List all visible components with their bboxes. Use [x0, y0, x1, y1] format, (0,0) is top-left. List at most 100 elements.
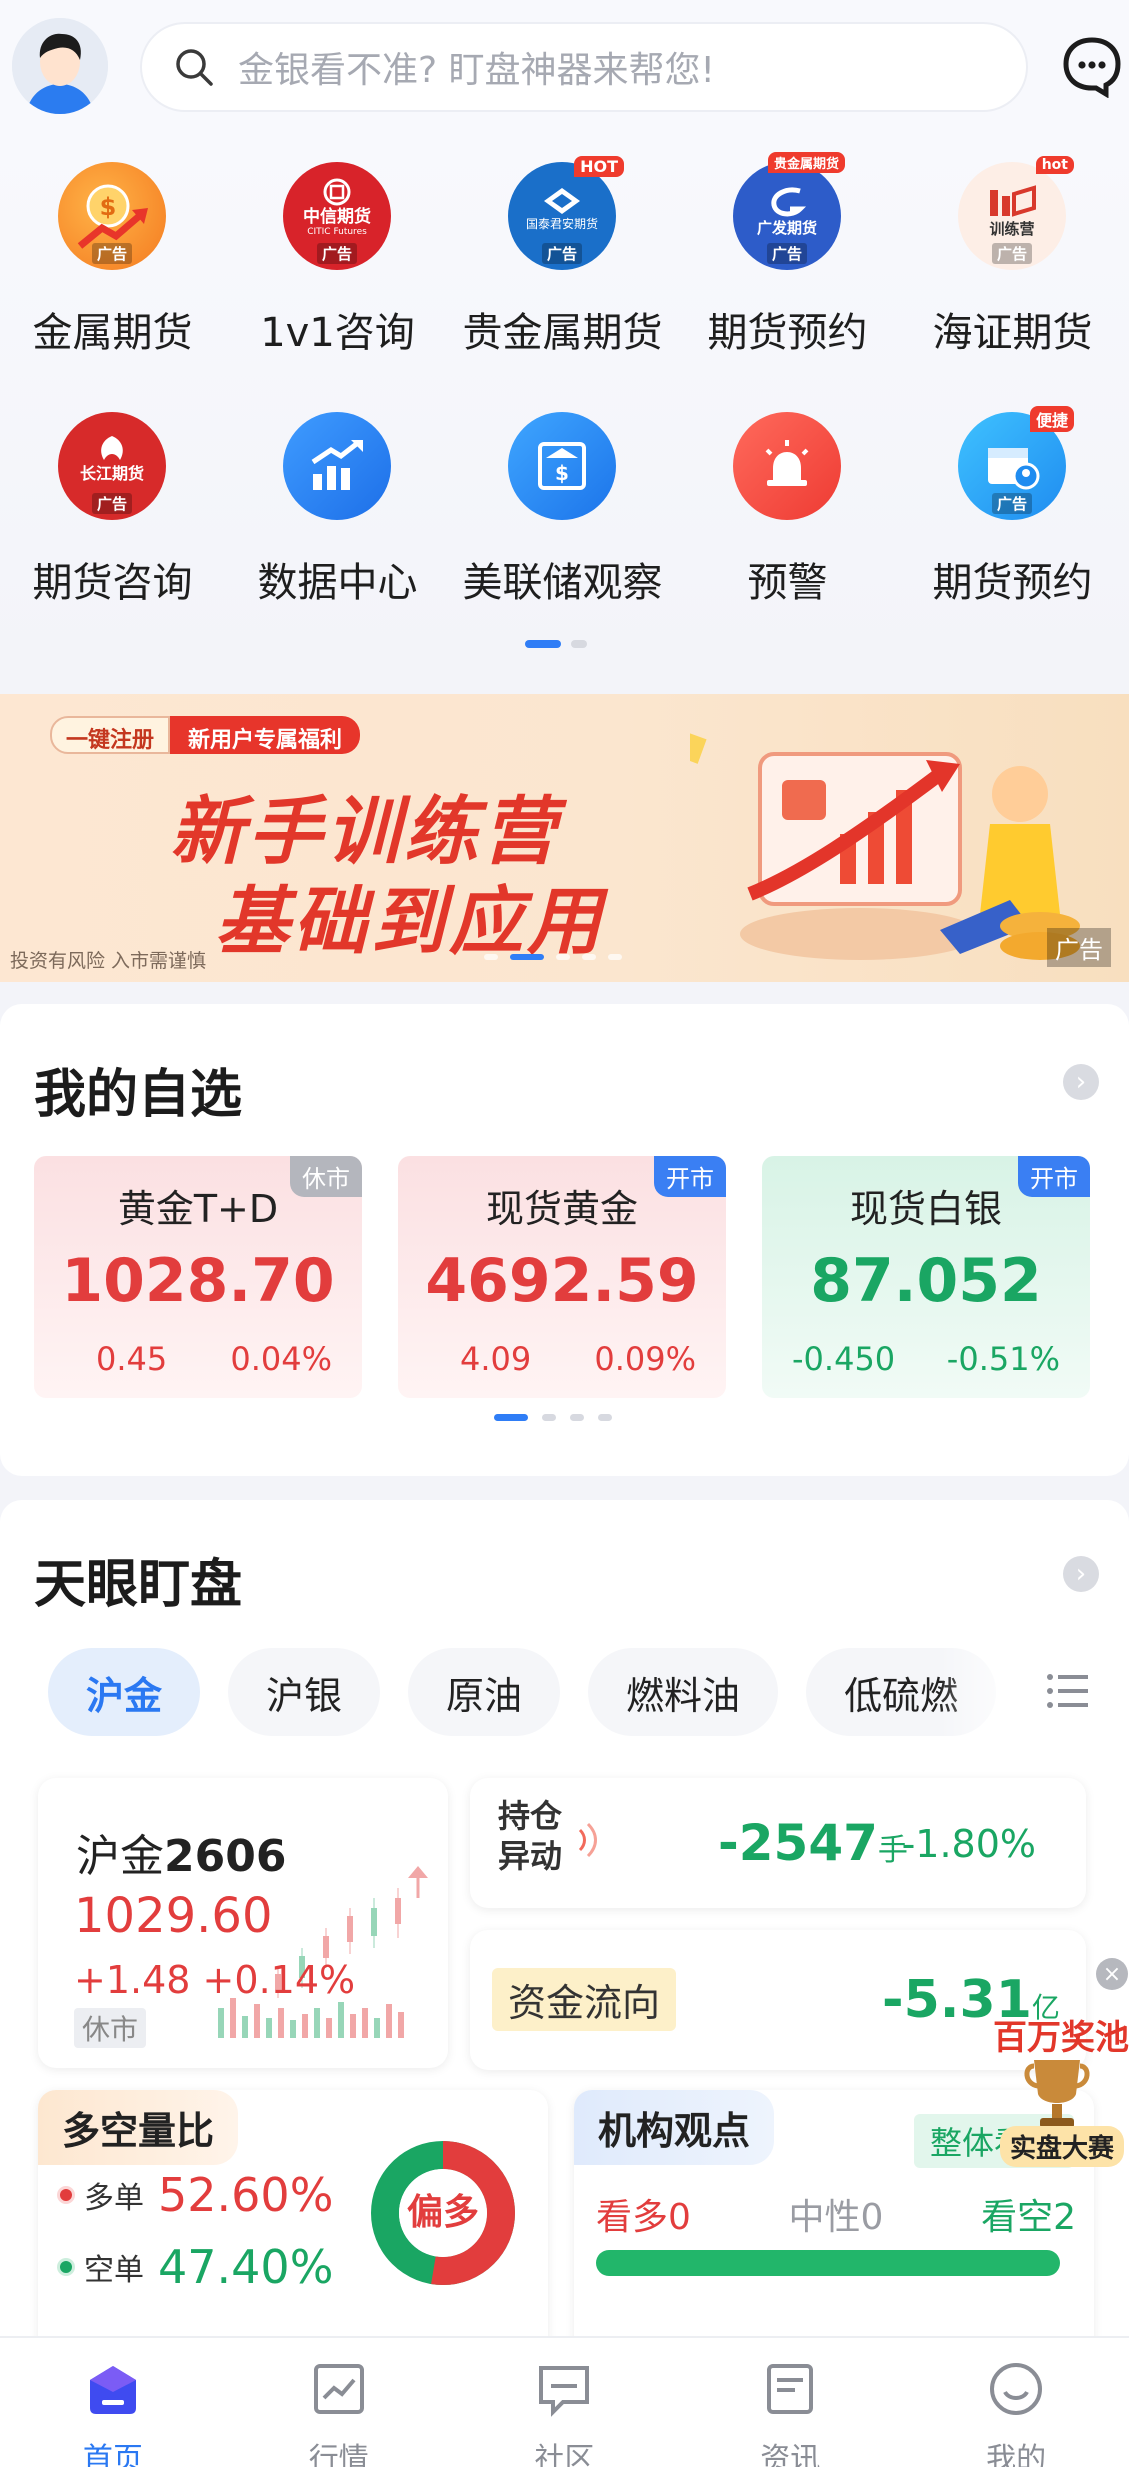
long-value: 52.60%	[158, 2168, 334, 2222]
position-change-card[interactable]: 持仓 异动 -2547手 -1.80%	[470, 1778, 1086, 1908]
institution-sentiment-bar	[596, 2250, 1060, 2276]
floating-contest-promo[interactable]: 百万奖池 实盘大赛	[993, 2010, 1129, 2170]
nav-label: 社区	[534, 2442, 595, 2467]
neutral-count: 中性0	[788, 2197, 884, 2238]
promo-title: 百万奖池	[993, 2018, 1129, 2058]
contract-quote-card[interactable]: 沪金2606 1029.60 +1.48 +0.14% 休市	[38, 1778, 448, 2068]
sky-eye-more-chevron-icon[interactable]: ›	[1063, 1556, 1099, 1592]
watchlist-title: 我的自选	[34, 1065, 243, 1125]
nav-market[interactable]: 行情	[226, 2338, 452, 2467]
user-avatar[interactable]	[12, 18, 108, 114]
short-label: 空单	[84, 2253, 144, 2288]
tab-crude-oil[interactable]: 原油	[408, 1648, 561, 1736]
bottom-navigation: 首页 行情 社区 资讯 我的	[0, 2336, 1129, 2467]
citic-logo-en: CITIC Futures	[307, 227, 367, 237]
search-bar[interactable]: 金银看不准? 盯盘神器来帮您!	[140, 22, 1028, 112]
ad-badge: 广告	[991, 493, 1033, 514]
ad-badge: 广告	[316, 243, 358, 264]
quote-name: 黄金T+D	[117, 1187, 279, 1231]
grid-item-fed-watch[interactable]: $ 美联储观察	[450, 390, 675, 620]
tab-fuel-oil[interactable]: 燃料油	[588, 1648, 779, 1736]
nav-profile[interactable]: 我的	[903, 2338, 1129, 2467]
banner-risk-note: 投资有风险 入市需谨慎	[10, 950, 207, 972]
position-change-label: 持仓 异动	[498, 1796, 562, 1876]
grid-item-consult[interactable]: 中信期货 CITIC Futures 广告 1v1咨询	[225, 140, 450, 370]
long-dot-icon	[60, 2189, 72, 2201]
convenient-tag: 便捷	[1029, 406, 1074, 432]
quote-change-pct: -0.51%	[946, 1340, 1060, 1378]
grid-item-data-center[interactable]: 数据中心	[225, 390, 450, 620]
quote-price: 1028.70	[61, 1246, 335, 1316]
news-doc-icon	[767, 2364, 814, 2414]
nav-home[interactable]: 首页	[0, 2338, 226, 2467]
sky-eye-card: 天眼盯盘 › 沪金 沪银 原油 燃料油 低硫燃 沪金2606 1029.60 +…	[0, 1500, 1129, 2360]
gtja-logo-text: 国泰君安期货	[525, 217, 598, 231]
bar-chart-up-icon	[283, 412, 391, 520]
gf-logo-text: 广发期货	[756, 219, 817, 237]
nav-news[interactable]: 资讯	[677, 2338, 903, 2467]
grid-item-metal-futures[interactable]: $ 广告 金属期货	[0, 140, 225, 370]
watchlist-card: 我的自选 › 休市 黄金T+D 1028.70 0.45 0.04% 开市 现货…	[0, 1004, 1129, 1476]
short-value: 47.40%	[158, 2240, 334, 2294]
fund-flow-label: 资金流向	[492, 1968, 677, 2031]
message-bubble-icon[interactable]	[1060, 34, 1124, 98]
banner-ad-label: 广告	[1047, 928, 1111, 967]
hot-tag: hot	[1035, 156, 1074, 174]
quote-change: 4.09	[460, 1340, 532, 1378]
grid-item-futures-booking[interactable]: 广发期货 贵金属期货 广告 期货预约	[675, 140, 900, 370]
position-value: -2547	[718, 1814, 878, 1872]
calendar-user-icon: 便捷 广告	[958, 406, 1074, 520]
ad-badge: 广告	[541, 243, 583, 264]
grid-item-futures-booking-2[interactable]: 便捷 广告 期货预约	[900, 390, 1125, 620]
tab-shanghai-silver[interactable]: 沪银	[228, 1648, 381, 1736]
citic-logo-text: 中信期货	[303, 207, 371, 227]
quote-card-spot-silver[interactable]: 开市 现货白银 87.052 -0.450 -0.51%	[762, 1156, 1090, 1398]
trophy-icon	[1024, 2060, 1090, 2128]
watchlist-page-indicator	[494, 1414, 612, 1421]
nav-label: 首页	[82, 2442, 143, 2467]
banner-title-line2: 基础到应用	[215, 879, 605, 965]
ad-badge: 广告	[766, 243, 808, 264]
position-change-pct: -1.80%	[901, 1822, 1036, 1866]
gold-coin-chart-icon: $ 广告	[58, 162, 166, 270]
position-change-value: -2547手	[718, 1814, 908, 1872]
grid-item-alert[interactable]: 预警	[675, 390, 900, 620]
commodity-tabs: 沪金 沪银 原油 燃料油 低硫燃	[48, 1648, 997, 1736]
long-short-title: 多空量比	[38, 2090, 239, 2165]
contract-change: +1.48 +0.14%	[74, 1958, 355, 2002]
nav-label: 我的	[986, 2442, 1047, 2467]
market-chart-icon	[313, 2364, 364, 2414]
bear-count: 看空2	[981, 2197, 1076, 2238]
search-placeholder: 金银看不准? 盯盘神器来帮您!	[238, 50, 715, 91]
donut-verdict: 偏多	[407, 2192, 479, 2233]
svg-text:$: $	[555, 461, 569, 485]
quote-change-pct: 0.09%	[594, 1340, 696, 1378]
quote-card-spot-gold[interactable]: 开市 现货黄金 4692.59 4.09 0.09%	[398, 1156, 726, 1398]
long-position-row: 多单 52.60%	[60, 2168, 333, 2222]
quote-price: 4692.59	[425, 1246, 699, 1316]
tab-shanghai-gold[interactable]: 沪金	[48, 1648, 201, 1736]
guotai-junan-futures-logo: 国泰君安期货 HOT 广告	[508, 156, 624, 270]
quote-card-gold-td[interactable]: 休市 黄金T+D 1028.70 0.45 0.04%	[34, 1156, 362, 1398]
watchlist-more-chevron-icon[interactable]: ›	[1063, 1064, 1099, 1100]
long-short-donut-chart: 偏多	[371, 2141, 515, 2285]
top-header: 金银看不准? 盯盘神器来帮您!	[0, 0, 1129, 140]
profile-smile-icon	[990, 2363, 1043, 2415]
training-camp-icon: 训练营 hot 广告	[958, 156, 1074, 270]
alarm-siren-icon	[733, 412, 841, 520]
nav-community[interactable]: 社区	[452, 2338, 678, 2467]
long-short-ratio-card[interactable]: 多空量比 多单 52.60% 空单 47.40% 偏多	[38, 2090, 548, 2360]
search-icon	[176, 49, 213, 86]
promo-subtitle: 实盘大赛	[1000, 2126, 1125, 2167]
grid-item-haizheng-futures[interactable]: 训练营 hot 广告 海证期货	[900, 140, 1125, 370]
quote-change-pct: 0.04%	[230, 1340, 332, 1378]
grid-item-futures-consult[interactable]: 长江期货 广告 期货咨询	[0, 390, 225, 620]
promo-banner[interactable]: 一键注册 新用户专属福利 新手训练营 基础到应用 投资有风险 入市需谨慎 广告	[0, 694, 1129, 982]
contract-change-pct: +0.14%	[202, 1958, 356, 2002]
grid-item-precious-metal-futures[interactable]: 国泰君安期货 HOT 广告 贵金属期货	[450, 140, 675, 370]
list-menu-icon[interactable]	[1045, 1668, 1091, 1714]
short-dot-icon	[60, 2261, 72, 2273]
banner-tag-welfare: 新用户专属福利	[170, 716, 361, 754]
promo-close-icon[interactable]: ×	[1096, 1958, 1128, 1990]
grid-item-label: 海证期货	[932, 310, 1093, 356]
